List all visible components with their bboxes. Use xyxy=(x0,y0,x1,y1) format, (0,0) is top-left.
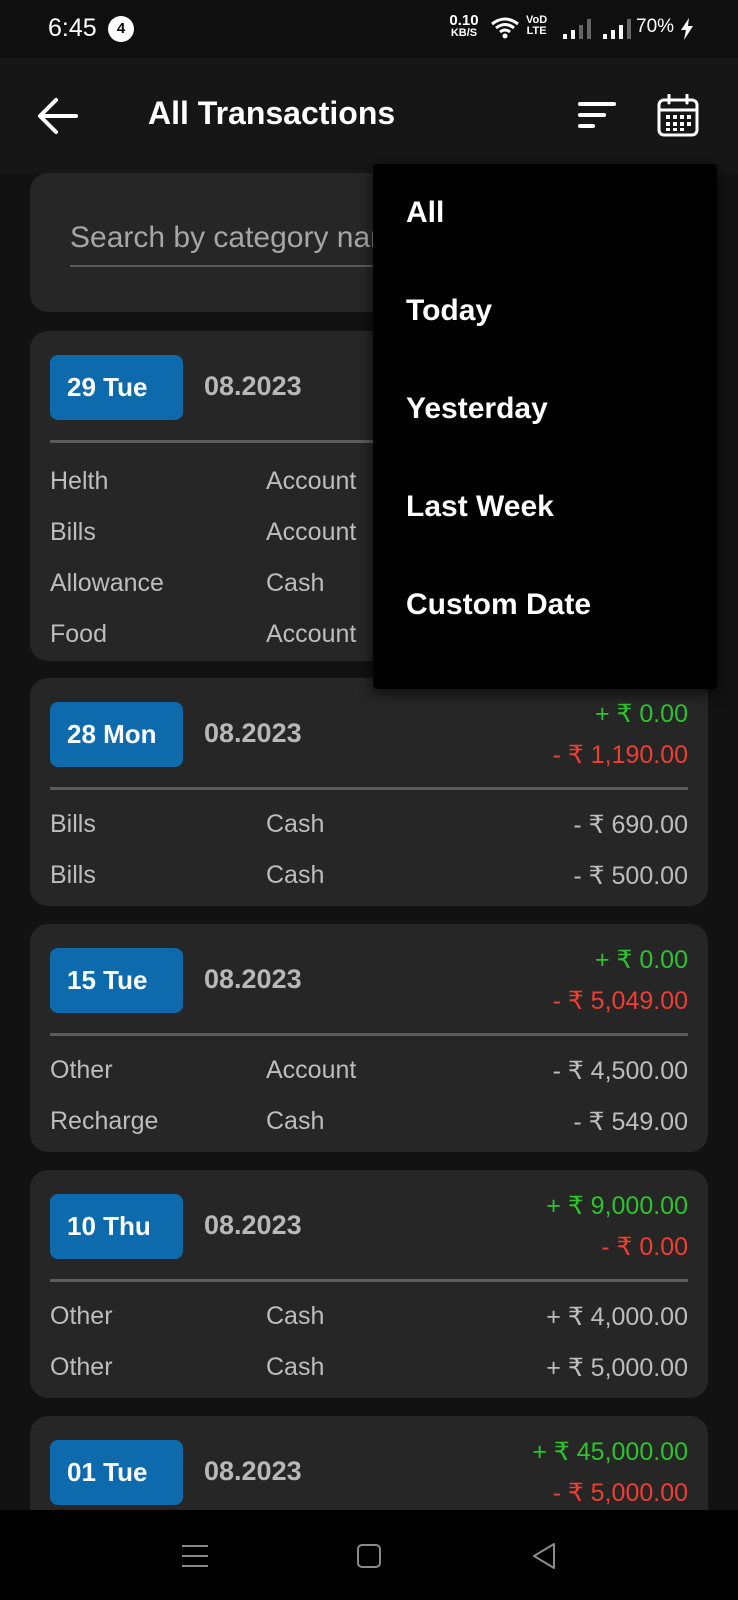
transaction-category: Bills xyxy=(50,810,96,838)
signal-strength-icon xyxy=(603,19,631,39)
transaction-category: Bills xyxy=(50,518,96,546)
transaction-account: Account xyxy=(266,467,357,495)
transaction-account: Cash xyxy=(266,810,325,838)
day-card[interactable]: 10 Thu 08.2023 + ₹ 9,000.00 - ₹ 0.00 Oth… xyxy=(30,1170,708,1398)
menu-lines-icon[interactable] xyxy=(175,1536,215,1576)
divider xyxy=(50,1279,688,1282)
calendar-icon[interactable] xyxy=(656,94,700,138)
day-income-total: + ₹ 0.00 xyxy=(594,700,688,728)
menu-item-label: All xyxy=(406,196,445,229)
transaction-account: Account xyxy=(266,518,357,546)
day-income-total: + ₹ 9,000.00 xyxy=(546,1192,688,1220)
transaction-account: Account xyxy=(266,620,357,648)
transaction-amount: - ₹ 549.00 xyxy=(573,1108,688,1136)
menu-item-today[interactable]: Today xyxy=(373,262,717,360)
signal-strength-icon xyxy=(563,19,591,39)
transaction-row[interactable]: Recharge Cash - ₹ 549.00 xyxy=(30,1095,708,1145)
network-speed-unit: KB/S xyxy=(450,27,478,39)
transaction-account: Cash xyxy=(266,861,325,889)
transaction-category: Helth xyxy=(50,467,109,495)
day-expense-total: - ₹ 5,049.00 xyxy=(552,987,688,1015)
menu-item-label: Custom Date xyxy=(406,588,592,621)
transaction-category: Other xyxy=(50,1056,113,1084)
transaction-category: Food xyxy=(50,620,107,648)
day-expense-total: - ₹ 5,000.00 xyxy=(552,1479,688,1507)
home-square-icon[interactable] xyxy=(349,1536,389,1576)
sort-icon[interactable] xyxy=(576,98,618,132)
date-filter-menu: All Today Yesterday Last Week Custom Dat… xyxy=(373,164,717,689)
date-badge: 29 Tue xyxy=(50,355,183,420)
menu-item-all[interactable]: All xyxy=(373,164,717,262)
transaction-row[interactable]: Other Account - ₹ 4,500.00 xyxy=(30,1044,708,1094)
screen: 6:45 4 0.10 KB/S VoD LTE 70% All Transac… xyxy=(0,0,738,1600)
transaction-account: Account xyxy=(266,1056,357,1084)
date-badge: 01 Tue xyxy=(50,1440,183,1505)
wifi-icon xyxy=(491,17,519,39)
month-year: 08.2023 xyxy=(204,371,302,401)
volte-line2: LTE xyxy=(526,25,547,37)
transaction-amount: + ₹ 5,000.00 xyxy=(546,1354,688,1382)
date-badge: 10 Thu xyxy=(50,1194,183,1259)
day-income-total: + ₹ 0.00 xyxy=(594,946,688,974)
transaction-category: Bills xyxy=(50,861,96,889)
page-title: All Transactions xyxy=(148,95,396,131)
battery-percentage: 70% xyxy=(636,16,675,37)
menu-item-label: Today xyxy=(406,294,493,327)
system-nav-bar xyxy=(0,1510,738,1600)
menu-item-label: Yesterday xyxy=(406,392,548,425)
month-year: 08.2023 xyxy=(204,718,302,748)
transaction-category: Recharge xyxy=(50,1107,159,1135)
transaction-amount: + ₹ 4,000.00 xyxy=(546,1303,688,1331)
app-bar: All Transactions xyxy=(0,58,738,174)
transaction-amount: - ₹ 4,500.00 xyxy=(552,1057,688,1085)
menu-item-yesterday[interactable]: Yesterday xyxy=(373,360,717,458)
volte-indicator: VoD LTE xyxy=(526,15,547,37)
transaction-row[interactable]: Bills Cash - ₹ 500.00 xyxy=(30,849,708,899)
network-speed: 0.10 KB/S xyxy=(444,13,484,39)
transaction-category: Other xyxy=(50,1302,113,1330)
network-speed-value: 0.10 xyxy=(449,12,479,29)
divider xyxy=(50,1033,688,1036)
transaction-amount: - ₹ 500.00 xyxy=(573,862,688,890)
status-time: 6:45 xyxy=(48,14,97,42)
transaction-account: Cash xyxy=(266,1302,325,1330)
date-badge: 28 Mon xyxy=(50,702,183,767)
transaction-account: Cash xyxy=(266,569,325,597)
month-year: 08.2023 xyxy=(204,964,302,994)
day-card[interactable]: 15 Tue 08.2023 + ₹ 0.00 - ₹ 5,049.00 Oth… xyxy=(30,924,708,1152)
menu-item-last-week[interactable]: Last Week xyxy=(373,458,717,556)
transaction-amount: - ₹ 690.00 xyxy=(573,811,688,839)
back-arrow-icon[interactable] xyxy=(36,96,78,136)
notification-count-badge: 4 xyxy=(108,16,134,42)
back-triangle-icon[interactable] xyxy=(524,1536,564,1576)
month-year: 08.2023 xyxy=(204,1456,302,1486)
menu-item-custom-date[interactable]: Custom Date xyxy=(373,556,717,654)
menu-item-label: Last Week xyxy=(406,490,554,523)
month-year: 08.2023 xyxy=(204,1210,302,1240)
transaction-row[interactable]: Other Cash + ₹ 5,000.00 xyxy=(30,1341,708,1391)
transaction-category: Other xyxy=(50,1353,113,1381)
transaction-account: Cash xyxy=(266,1353,325,1381)
charging-bolt-icon xyxy=(681,18,693,40)
date-badge: 15 Tue xyxy=(50,948,183,1013)
transaction-account: Cash xyxy=(266,1107,325,1135)
transaction-row[interactable]: Bills Cash - ₹ 690.00 xyxy=(30,798,708,848)
transaction-category: Allowance xyxy=(50,569,164,597)
day-card[interactable]: 28 Mon 08.2023 + ₹ 0.00 - ₹ 1,190.00 Bil… xyxy=(30,678,708,906)
transaction-row[interactable]: Other Cash + ₹ 4,000.00 xyxy=(30,1290,708,1340)
status-bar: 6:45 4 0.10 KB/S VoD LTE 70% xyxy=(0,0,738,58)
divider xyxy=(50,787,688,790)
day-expense-total: - ₹ 1,190.00 xyxy=(552,741,688,769)
day-income-total: + ₹ 45,000.00 xyxy=(532,1438,688,1466)
day-expense-total: - ₹ 0.00 xyxy=(601,1233,688,1261)
